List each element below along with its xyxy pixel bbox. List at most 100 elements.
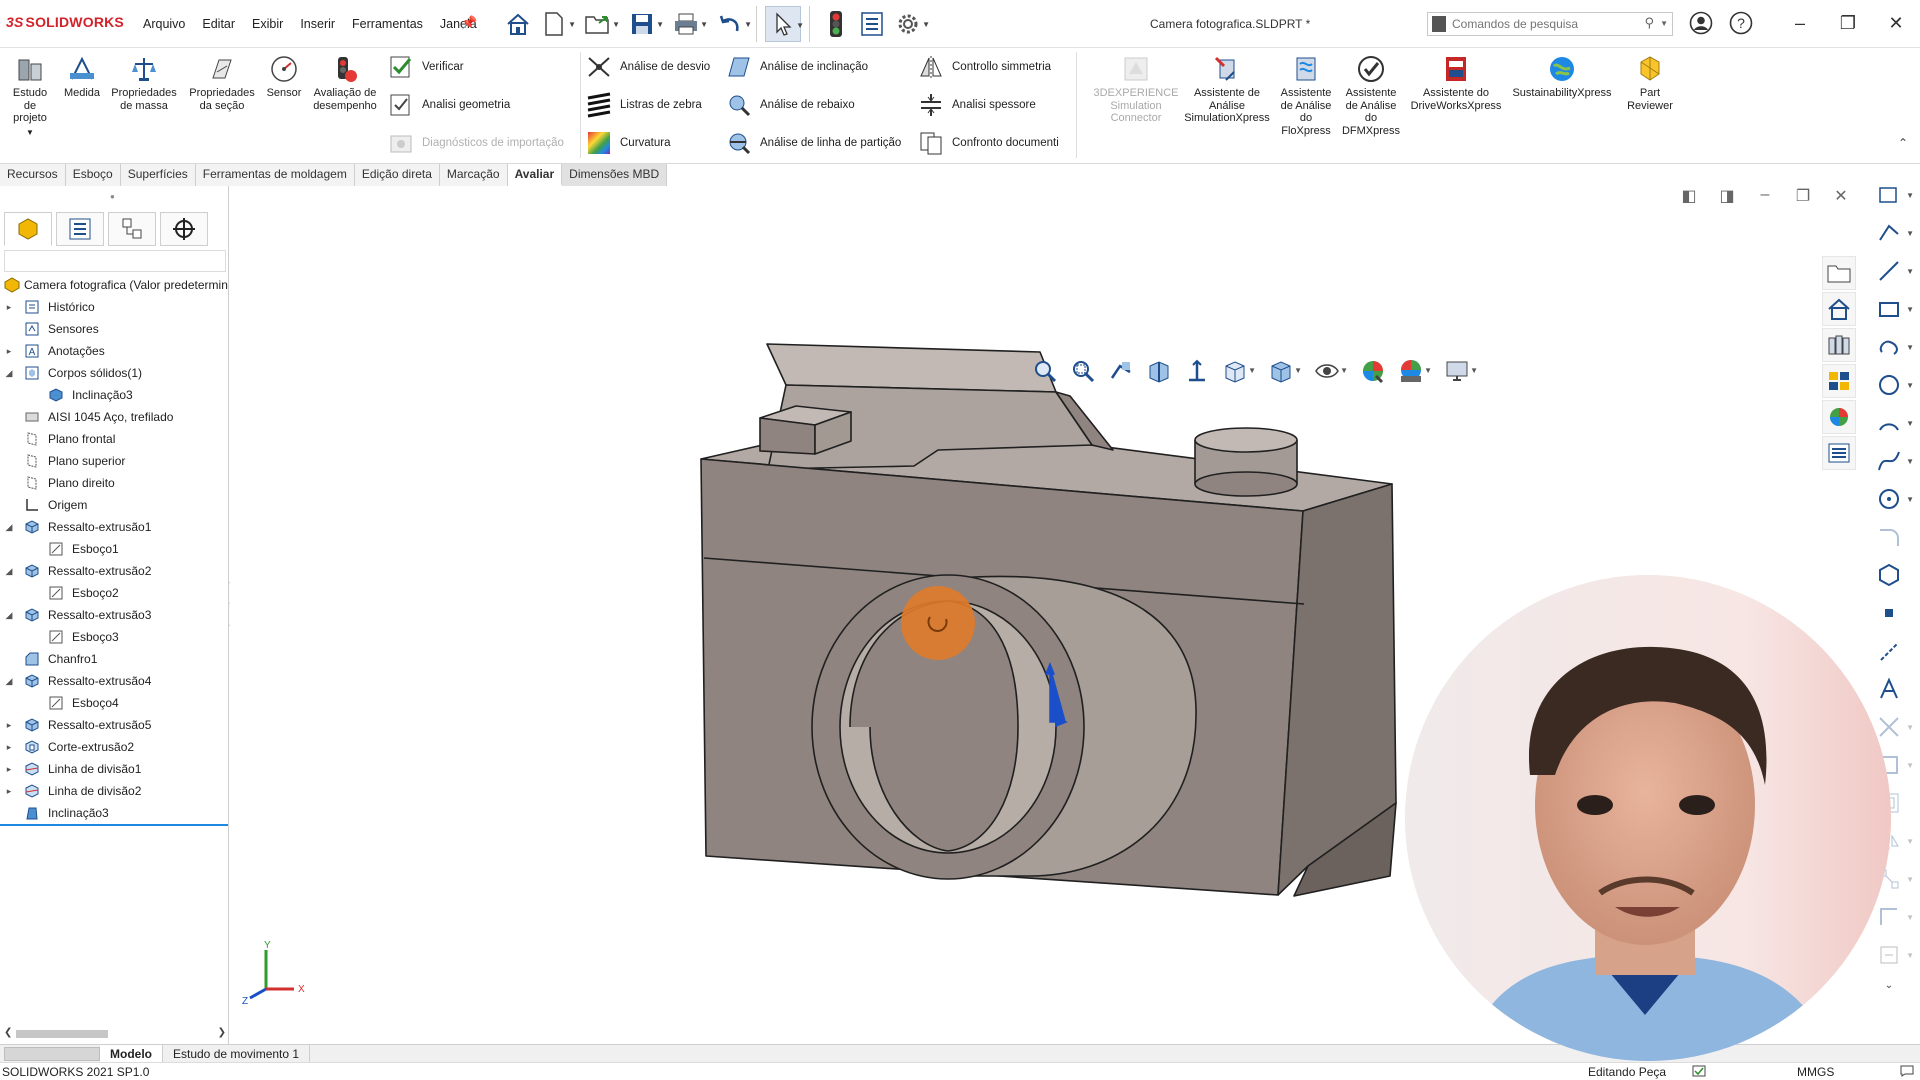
chevron-down-icon[interactable]: ▼: [1906, 495, 1914, 504]
floxpress-button[interactable]: Assistente de Análise do FloXpress: [1276, 54, 1336, 137]
view-settings-button[interactable]: ▼: [1442, 356, 1478, 386]
chevron-down-icon[interactable]: ▼: [1906, 191, 1914, 200]
draft-analysis-button[interactable]: Análise de inclinação: [726, 54, 868, 80]
dynamic-annotation-views-button[interactable]: [1182, 356, 1212, 386]
menu-ferramentas[interactable]: Ferramentas: [352, 17, 423, 31]
chevron-down-icon[interactable]: ▼: [568, 20, 576, 29]
print-button[interactable]: ▼: [668, 6, 708, 42]
chevron-down-icon[interactable]: ▼: [1906, 761, 1914, 770]
command-search[interactable]: ⚲ ▼: [1427, 12, 1673, 36]
menu-arquivo[interactable]: Arquivo: [143, 17, 185, 31]
tree-item[interactable]: ◢ Ressalto-extrusão3: [0, 604, 229, 626]
chevron-down-icon[interactable]: ▼: [6, 127, 54, 140]
tree-item[interactable]: Esboço2: [0, 582, 229, 604]
close-button[interactable]: ✕: [1872, 0, 1920, 46]
circle-button[interactable]: ▼: [1858, 366, 1920, 404]
maximize-button[interactable]: ❐: [1824, 0, 1872, 46]
graphics-restore-button[interactable]: ❐: [1784, 186, 1822, 206]
line-button[interactable]: ▼: [1858, 252, 1920, 290]
tab-scroll-arrows[interactable]: [4, 1046, 100, 1061]
tree-item[interactable]: Chanfro1: [0, 648, 229, 670]
undercut-analysis-button[interactable]: Análise de rebaixo: [726, 92, 855, 118]
sustainabilityxpress-button[interactable]: SustainabilityXpress: [1510, 54, 1614, 100]
tree-item[interactable]: ▸ Linha de divisão1: [0, 758, 229, 780]
chevron-down-icon[interactable]: ▼: [1906, 419, 1914, 428]
mass-properties-button[interactable]: Propriedades de massa: [108, 54, 180, 112]
tree-item[interactable]: Plano direito: [0, 472, 229, 494]
propertymanager-tab[interactable]: [56, 212, 104, 246]
rollback-bar[interactable]: [0, 824, 228, 826]
chevron-down-icon[interactable]: ▼: [1470, 366, 1478, 375]
display-relations-button[interactable]: ▼: [1858, 936, 1920, 974]
zebra-stripes-button[interactable]: Listras de zebra: [586, 92, 702, 118]
chevron-down-icon[interactable]: ▼: [744, 20, 752, 29]
tree-item[interactable]: Plano frontal: [0, 428, 229, 450]
chevron-down-icon[interactable]: ▼: [922, 20, 930, 29]
import-diagnostics-button[interactable]: Diagnósticos de importação: [388, 130, 564, 156]
chevron-down-icon[interactable]: ▼: [1906, 913, 1914, 922]
fillet-button[interactable]: [1858, 518, 1920, 556]
solidworks-logo[interactable]: 3S SOLIDWORKS: [6, 14, 124, 30]
chevron-down-icon[interactable]: ▼: [1906, 837, 1914, 846]
graphics-minimize-button[interactable]: –: [1746, 186, 1784, 206]
edit-appearance-button[interactable]: [1358, 356, 1388, 386]
chevron-down-icon[interactable]: ▼: [1294, 366, 1302, 375]
thickness-analysis-button[interactable]: Analisi spessore: [918, 92, 1036, 118]
scroll-thumb[interactable]: [16, 1030, 108, 1038]
driveworksxpress-button[interactable]: Assistente do DriveWorksXpress: [1406, 54, 1506, 112]
slot-button[interactable]: ▼: [1858, 328, 1920, 366]
user-account-button[interactable]: [1688, 10, 1714, 36]
more-tools-button[interactable]: ⌄: [1858, 974, 1920, 996]
spline-button[interactable]: ▼: [1858, 442, 1920, 480]
tree-item[interactable]: Origem: [0, 494, 229, 516]
chevron-down-icon[interactable]: ▼: [1906, 875, 1914, 884]
compare-documents-button[interactable]: Confronto documenti: [918, 130, 1059, 156]
rebuild-status-icon[interactable]: [1692, 1065, 1706, 1077]
expand-icon[interactable]: ▸: [4, 720, 14, 731]
home-button[interactable]: [500, 6, 536, 42]
pin-menu-icon[interactable]: 📌: [461, 15, 477, 31]
arc-button[interactable]: ▼: [1858, 404, 1920, 442]
chevron-down-icon[interactable]: ▼: [1906, 723, 1914, 732]
zoom-to-area-button[interactable]: [1068, 356, 1098, 386]
geometry-analysis-button[interactable]: Analisi geometria: [388, 92, 510, 118]
design-study-button[interactable]: Estudo de projeto ▼: [6, 54, 54, 139]
chevron-down-icon[interactable]: ▼: [1906, 381, 1914, 390]
chevron-down-icon[interactable]: ▼: [612, 20, 620, 29]
tree-item[interactable]: ◢ Ressalto-extrusão2: [0, 560, 229, 582]
chevron-down-icon[interactable]: ▼: [1906, 229, 1914, 238]
tree-item[interactable]: ▸ Ressalto-extrusão5: [0, 714, 229, 736]
symmetry-check-button[interactable]: Controllo simmetria: [918, 54, 1051, 80]
open-button[interactable]: ▼: [580, 6, 620, 42]
tab-avaliar[interactable]: Avaliar: [507, 164, 563, 186]
chevron-down-icon[interactable]: ▼: [1340, 366, 1348, 375]
expand-icon[interactable]: ▸: [4, 346, 14, 357]
chevron-down-icon[interactable]: ▼: [1906, 267, 1914, 276]
design-library-tab[interactable]: [1822, 328, 1856, 362]
menu-exibir[interactable]: Exibir: [252, 17, 283, 31]
part-reviewer-button[interactable]: Part Reviewer: [1620, 54, 1680, 112]
chevron-down-icon[interactable]: ▼: [1660, 19, 1668, 28]
chevron-down-icon[interactable]: ▼: [1906, 343, 1914, 352]
measure-button[interactable]: Medida: [58, 54, 106, 100]
tree-horizontal-scrollbar[interactable]: ❮ ❯: [4, 1027, 226, 1041]
performance-evaluation-button[interactable]: Avaliação de desempenho: [310, 54, 380, 112]
tree-filter-input[interactable]: [4, 250, 226, 272]
previous-view-button[interactable]: [1106, 356, 1136, 386]
section-view-button[interactable]: [1144, 356, 1174, 386]
expand-icon[interactable]: ▸: [4, 786, 14, 797]
collapse-icon[interactable]: ◢: [4, 566, 14, 577]
sketch-button[interactable]: ▼: [1858, 176, 1920, 214]
tree-item[interactable]: ▸ Histórico: [0, 296, 229, 318]
file-properties-button[interactable]: [854, 6, 890, 42]
chevron-down-icon[interactable]: ▼: [656, 20, 664, 29]
custom-properties-tab[interactable]: [1822, 436, 1856, 470]
rectangle-button[interactable]: ▼: [1858, 290, 1920, 328]
tab-edicao-direta[interactable]: Edição direta: [355, 164, 440, 186]
options-button[interactable]: ▼: [890, 6, 930, 42]
new-document-button[interactable]: ▼: [536, 6, 576, 42]
dfmxpress-button[interactable]: Assistente de Análise do DFMXpress: [1340, 54, 1402, 137]
chevron-down-icon[interactable]: ▼: [1906, 305, 1914, 314]
deviation-analysis-button[interactable]: Análise de desvio: [586, 54, 710, 80]
chevron-down-icon[interactable]: ▼: [1248, 366, 1256, 375]
